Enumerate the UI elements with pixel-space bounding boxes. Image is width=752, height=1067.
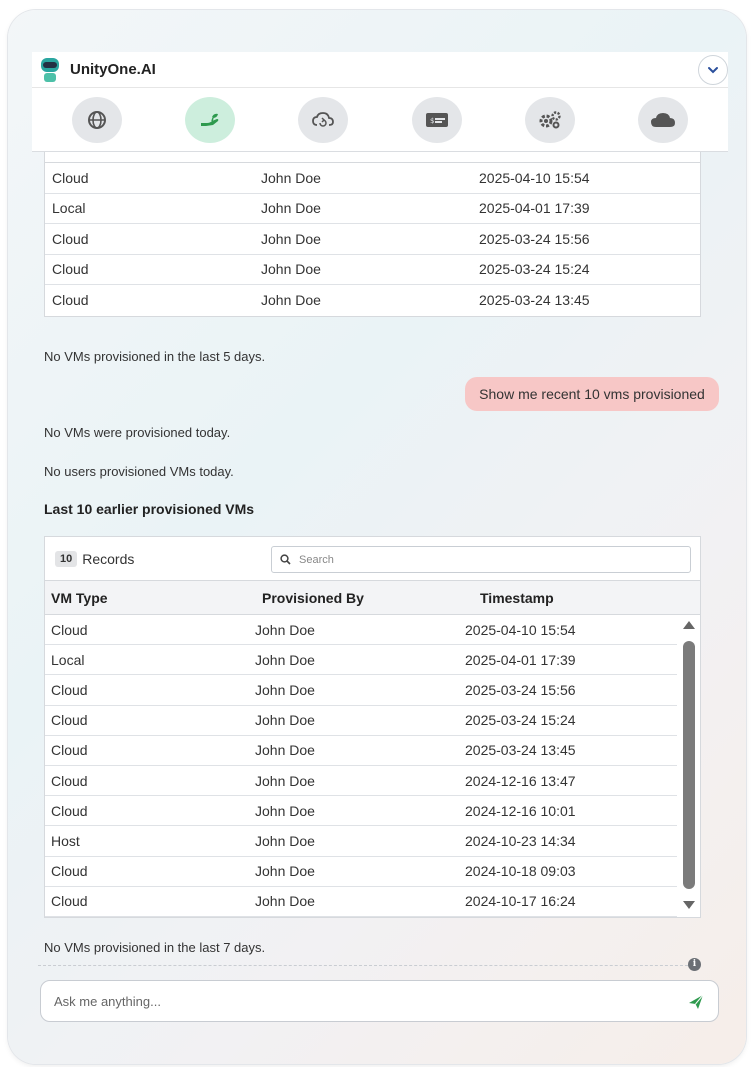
- scroll-up-arrow-icon[interactable]: [683, 621, 695, 629]
- column-header-vm-type[interactable]: VM Type: [45, 590, 262, 606]
- table-row: Cloud John Doe 2024-12-16 10:01: [45, 796, 677, 827]
- info-icon[interactable]: i: [688, 958, 701, 971]
- column-header-provisioned-by[interactable]: Provisioned By: [262, 590, 480, 606]
- bot-message: No VMs provisioned in the last 7 days.: [44, 940, 266, 955]
- bot-message: No VMs were provisioned today.: [44, 425, 231, 440]
- chat-header: UnityOne.AI: [32, 52, 728, 88]
- bot-message: No users provisioned VMs today.: [44, 464, 234, 479]
- send-button[interactable]: [686, 992, 706, 1012]
- table-row: Cloud John Doe 2025-03-24 13:45: [52, 292, 590, 309]
- scrollbar-thumb[interactable]: [683, 641, 695, 889]
- tool-button-cloud[interactable]: [638, 96, 689, 143]
- table-row: Cloud John Doe 2025-03-24 15:56: [45, 675, 677, 706]
- send-icon: [689, 994, 704, 1009]
- table-header-row: VM Type Provisioned By Timestamp: [45, 581, 700, 615]
- scroll-down-arrow-icon[interactable]: [683, 901, 695, 909]
- table-search-box[interactable]: [271, 546, 691, 573]
- table-row: Local John Doe 2025-04-01 17:39: [45, 194, 700, 224]
- table-search-input[interactable]: [299, 553, 679, 566]
- feature-toolbar: $: [32, 88, 728, 152]
- table-toolbar: 10 Records: [45, 537, 700, 581]
- tool-button-billing[interactable]: $: [411, 96, 462, 143]
- table-row: Cloud John Doe 2025-03-24 15:24: [45, 706, 677, 736]
- table-row: Cloud John Doe 2025-04-10 15:54: [45, 163, 700, 194]
- hand-plant-icon: [200, 113, 219, 126]
- composer-divider: [38, 965, 698, 966]
- table-row: Cloud John Doe 2024-10-17 16:24: [45, 887, 677, 917]
- table-row: Local John Doe 2025-04-01 17:39: [45, 645, 677, 676]
- record-count-badge: 10: [55, 550, 78, 567]
- chat-composer: [40, 980, 719, 1022]
- gears-icon: [539, 110, 561, 128]
- app-title: UnityOne.AI: [70, 61, 156, 78]
- tool-button-cloud-sync[interactable]: [298, 96, 349, 143]
- svg-text:$: $: [430, 117, 434, 125]
- chevron-down-icon: [708, 67, 718, 74]
- globe-icon: [87, 110, 106, 129]
- billing-card-icon: $: [425, 112, 448, 127]
- table-row: Cloud John Doe 2024-10-18 09:03: [45, 857, 677, 887]
- chat-scroll-area[interactable]: Cloud John Doe 2025-04-10 15:54 Local Jo…: [8, 152, 746, 958]
- table-row: Cloud John Doe 2025-03-24 13:45: [45, 736, 677, 766]
- tool-button-provision[interactable]: [184, 96, 235, 143]
- chat-input[interactable]: [54, 993, 654, 1009]
- tool-button-settings[interactable]: [524, 96, 575, 143]
- table-row: Cloud John Doe 2025-03-24 15:24: [45, 255, 700, 285]
- table-scrollbar[interactable]: [682, 619, 696, 913]
- previous-vm-table: Cloud John Doe 2025-04-10 15:54 Local Jo…: [44, 152, 701, 317]
- cloud-icon: [651, 112, 676, 127]
- robot-logo-icon: [38, 57, 62, 83]
- cloud-refresh-icon: [312, 111, 335, 127]
- records-label: Records: [82, 550, 135, 567]
- search-icon: [280, 554, 291, 565]
- table-row: Cloud John Doe 2025-03-24 15:56: [45, 224, 700, 255]
- user-message-bubble: Show me recent 10 vms provisioned: [465, 377, 719, 411]
- tool-button-globe[interactable]: [71, 96, 122, 143]
- table-row: Cloud John Doe 2024-12-16 13:47: [45, 766, 677, 797]
- table-body[interactable]: Cloud John Doe 2025-04-10 15:54 Local John …: [45, 615, 700, 917]
- collapse-button[interactable]: [698, 55, 728, 85]
- column-header-timestamp[interactable]: Timestamp: [480, 590, 700, 606]
- table-heading: Last 10 earlier provisioned VMs: [44, 501, 255, 517]
- recent-vms-table: 10 Records VM Type Provisioned By Timest…: [44, 536, 701, 918]
- table-row: Cloud John Doe 2025-04-10 15:54: [45, 615, 677, 646]
- chat-window: UnityOne.AI $ Cloud John Doe 2025-04-10 …: [8, 10, 746, 1064]
- bot-message: No VMs provisioned in the last 5 days.: [44, 349, 266, 364]
- table-row: Host John Doe 2024-10-23 14:34: [45, 826, 677, 857]
